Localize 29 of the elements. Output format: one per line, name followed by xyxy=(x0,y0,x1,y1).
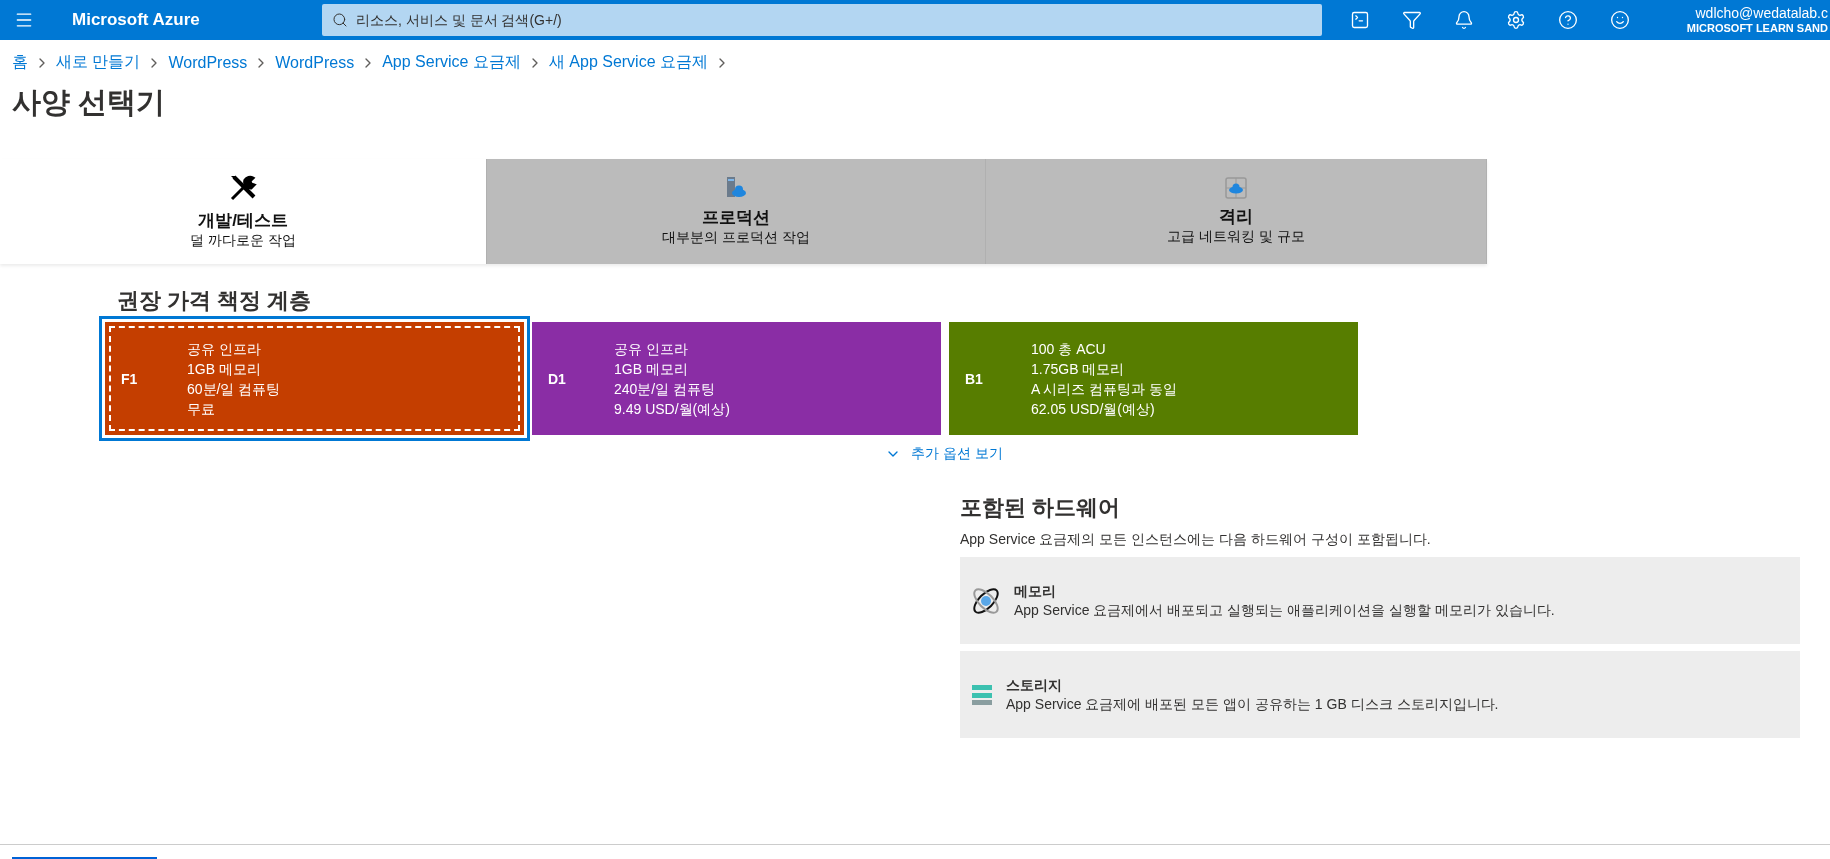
section-description: App Service 요금제의 모든 인스턴스에는 다음 하드웨어 구성이 포함됩니다. xyxy=(960,531,1432,549)
storage-icon xyxy=(970,683,994,706)
tier-tab[interactable]: 프로덕션 대부분의 프로덕션 작업 xyxy=(487,159,986,264)
server-cloud-icon xyxy=(724,176,748,200)
tier-tab[interactable]: 개발/테스트 덜 까다로운 작업 xyxy=(0,159,487,264)
section-heading: 권장 가격 책정 계층 xyxy=(117,287,313,315)
hardware-item-description: App Service 요금제에서 배포되고 실행되는 애플리케이션을 실행할 메모리가 있습니다. xyxy=(1014,600,1555,620)
brand-name[interactable]: Microsoft Azure xyxy=(72,10,322,30)
more-options-link[interactable]: 추가 옵션 보기 xyxy=(885,445,1003,463)
search-icon xyxy=(332,12,348,28)
breadcrumb-link[interactable]: 새 App Service 요금제 xyxy=(548,52,708,73)
account-directory[interactable]: MICROSOFT LEARN SAND xyxy=(1686,21,1828,35)
hardware-item-title: 스토리지 xyxy=(1006,675,1063,695)
grid-cloud-icon xyxy=(1225,177,1247,199)
breadcrumb-link[interactable]: 홈 xyxy=(12,52,28,73)
breadcrumb-link[interactable]: WordPress xyxy=(168,53,248,72)
pricing-tier-card[interactable]: D1 공유 인프라 1GB 메모리 240분/일 컴퓨팅 9.49 USD/월(예상) xyxy=(532,322,941,435)
hardware-item-description: App Service 요금제에 배포된 모든 앱이 공유하는 1 GB 디스크 스토리지입니다. xyxy=(1006,694,1499,714)
account-email[interactable]: wdlcho@wedatalab.c xyxy=(1695,5,1828,22)
section-heading: 포함된 하드웨어 xyxy=(960,494,1122,522)
tier-tab[interactable]: 격리 고급 네트워킹 및 규모 xyxy=(986,159,1487,264)
wrench-screwdriver-icon xyxy=(228,173,258,203)
page-title: 사양 선택기 xyxy=(12,85,167,120)
search-field[interactable]: 리소스, 서비스 및 문서 검색(G+/) xyxy=(322,4,1322,36)
breadcrumb-link[interactable]: 새로 만들기 xyxy=(56,52,141,73)
breadcrumb-link[interactable]: WordPress xyxy=(275,53,355,72)
breadcrumb-link[interactable]: App Service 요금제 xyxy=(382,52,521,73)
hardware-item-title: 메모리 xyxy=(1014,581,1057,601)
pricing-tier-card[interactable]: B1 100 총 ACU 1.75GB 메모리 A 시리즈 컴퓨팅과 동일 62.05 USD/월(예상) xyxy=(949,322,1358,435)
